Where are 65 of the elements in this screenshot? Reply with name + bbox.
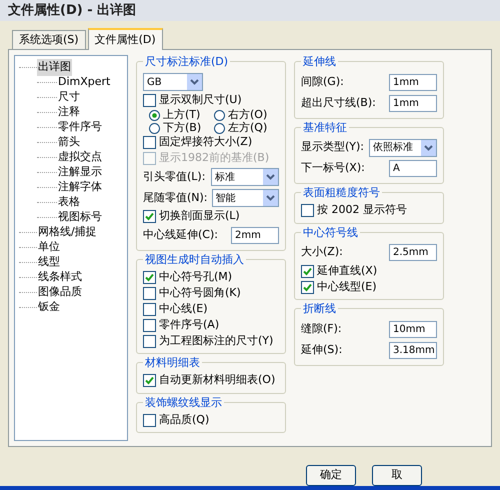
checkbox[interactable]: 零件序号(A) [143, 317, 279, 333]
tree-item[interactable]: 图像品质 [37, 284, 83, 301]
field-label: 大小(Z): [301, 244, 343, 260]
input-field[interactable]: 1mm [389, 74, 437, 90]
tree-item[interactable]: 注解字体 [57, 179, 103, 196]
dropdown[interactable]: GB [143, 73, 203, 91]
field-label: 延伸(S): [301, 342, 342, 358]
input-field[interactable]: 1mm [389, 94, 437, 112]
field-label: 引头零值(L): [143, 168, 206, 185]
tree-item[interactable]: 单位 [37, 239, 61, 256]
dropdown[interactable]: 依照标准 [368, 138, 437, 156]
field-label: 显示类型(Y): [301, 139, 365, 156]
window-title: 文件属性(D) - 出详图 [8, 2, 136, 20]
tree-item[interactable]: 线条样式 [37, 269, 83, 286]
tree-item[interactable]: 网格线/捕捉 [37, 224, 98, 241]
tree-item[interactable]: 虚拟交点 [57, 149, 103, 166]
chevron-down-icon [263, 190, 278, 206]
chevron-down-icon [263, 169, 278, 185]
tree-item[interactable]: 零件序号 [57, 119, 103, 136]
input-field[interactable]: A [389, 160, 437, 177]
tree-item[interactable]: 钣金 [37, 299, 61, 316]
checkbox[interactable]: 中心符号孔(M) [143, 269, 279, 285]
tab[interactable]: 文件属性(D) [88, 28, 163, 50]
input-field[interactable]: 10mm [389, 320, 437, 338]
tree-item[interactable]: 表格 [57, 194, 81, 211]
tree-item[interactable]: DimXpert [57, 74, 112, 91]
field-label: 中心线延伸(C): [143, 226, 218, 243]
radio-button[interactable]: 右方(O) [214, 108, 279, 122]
dialog-button[interactable]: 确定 [306, 465, 356, 486]
checkbox[interactable]: 显示双制尺寸(U) [143, 92, 279, 108]
field-label: 超出尺寸线(B): [301, 94, 376, 111]
field-label: 间隙(G): [301, 74, 344, 90]
dialog-button[interactable]: 取 [372, 465, 422, 486]
tree-item[interactable]: 注释 [57, 104, 81, 121]
dropdown[interactable]: 标准 [210, 168, 279, 186]
checkbox[interactable]: 固定焊接符大小(Z) [143, 134, 279, 150]
tree-item[interactable]: 出详图 [37, 59, 72, 76]
chevron-down-icon [421, 140, 436, 156]
tree-item[interactable]: 注解显示 [57, 164, 103, 181]
checkbox[interactable]: 中心符号圆角(K) [143, 285, 279, 301]
radio-button[interactable]: 左方(Q) [214, 122, 279, 134]
field-label: 下一标号(X): [301, 160, 365, 176]
input-field[interactable]: 3.18mm [389, 342, 437, 358]
tree-item[interactable]: 箭头 [57, 134, 81, 151]
input-field[interactable]: 2.5mm [389, 244, 437, 261]
checkbox[interactable]: 高品质(Q) [143, 412, 279, 428]
checkbox[interactable]: 为工程图标注的尺寸(Y) [143, 333, 279, 349]
tree-item[interactable]: 视图标号 [57, 209, 103, 226]
chevron-down-icon [187, 74, 202, 90]
checkbox[interactable]: 中心线(E) [143, 301, 279, 317]
group-title: 视图生成时自动插入 [143, 252, 246, 268]
checkbox[interactable]: 按 2002 显示符号 [301, 202, 437, 218]
radio-button[interactable]: 上方(T) [149, 108, 214, 122]
field-label: 缝隙(F): [301, 320, 342, 337]
checkbox[interactable]: 切换剖面显示(L) [143, 208, 279, 224]
tab[interactable]: 系统选项(S) [12, 30, 86, 49]
dropdown[interactable]: 智能 [212, 189, 279, 207]
tree-item[interactable]: 线型 [37, 254, 61, 271]
tree-item[interactable]: 尺寸 [57, 89, 81, 106]
input-field[interactable]: 2mm [231, 226, 279, 244]
checkbox[interactable]: 延伸直线(X) [301, 263, 437, 279]
radio-button[interactable]: 下方(B) [149, 122, 214, 134]
checkbox[interactable]: 自动更新材料明细表(O) [143, 372, 279, 388]
checkbox[interactable]: 中心线型(E) [301, 279, 437, 295]
field-label: 尾随零值(N): [143, 190, 208, 206]
